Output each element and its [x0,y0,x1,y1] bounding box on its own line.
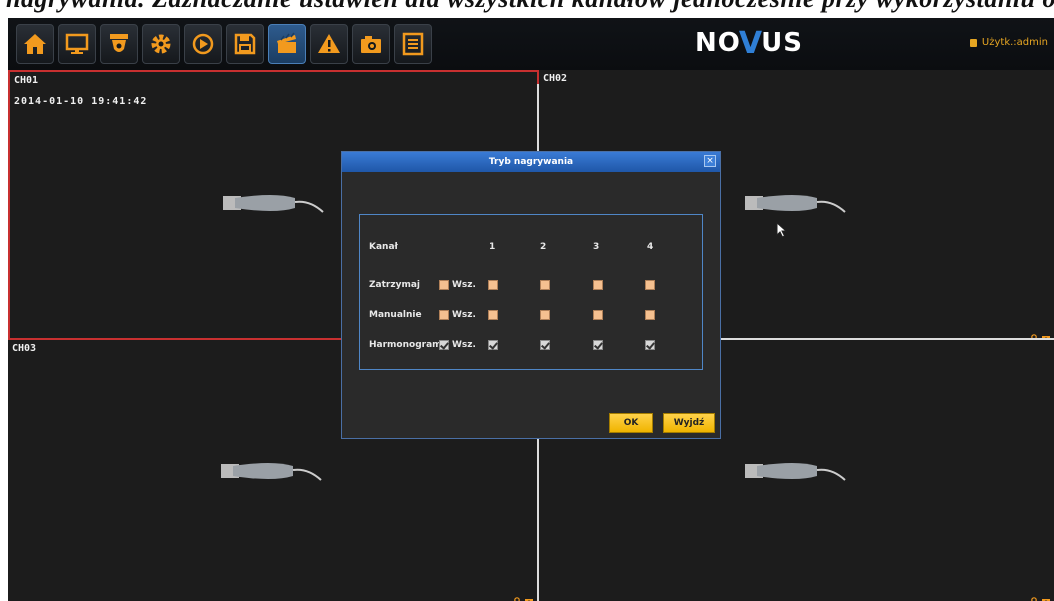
channel-label: CH01 [14,75,39,86]
logo-text-2: US [761,28,803,58]
ok-button[interactable]: OK [609,413,653,433]
top-toolbar: NO V US Użytk.:admin [8,18,1054,70]
all-label: Wsz. [452,340,476,350]
stop-all-checkbox[interactable] [439,280,449,290]
log-button[interactable] [394,24,432,64]
channel-header: Kanał [369,242,398,252]
settings-gear-icon [151,34,171,54]
row-label-stop: Zatrzymaj [369,280,420,290]
snapshot-camera-icon [361,36,381,53]
camera-placeholder-icon [221,463,322,481]
playback-button[interactable] [184,24,222,64]
camera-placeholder-icon [223,195,324,213]
manual-all-checkbox[interactable] [439,310,449,320]
row-label-schedule: Harmonogram [369,340,442,350]
schedule-all-checkbox[interactable] [439,340,449,350]
playback-icon [192,33,214,55]
schedule-ch3-checkbox[interactable] [593,340,603,350]
manual-ch4-checkbox[interactable] [645,310,655,320]
schedule-ch4-checkbox[interactable] [645,340,655,350]
stop-ch4-checkbox[interactable] [645,280,655,290]
save-floppy-icon [234,33,256,55]
document-banner: nagrywania. Zaznaczanie ustawień dla wsz… [0,0,1054,18]
channel-col-4: 4 [647,242,654,252]
channel-col-1: 1 [489,242,496,252]
snapshot-icon[interactable] [525,590,533,601]
osd-datetime: 2014-01-10 19:41:42 [14,96,148,107]
record-mode-grid: Kanał 1 2 3 4 Zatrzymaj Wsz. Manualnie W… [359,214,703,370]
banner-text: nagrywania. Zaznaczanie ustawień dla wsz… [6,0,1054,14]
tile-tools [514,590,533,601]
user-label: Użytk.:admin [981,37,1048,48]
camera-placeholder-icon [745,195,846,213]
dialog-title: Tryb nagrywania [342,152,720,172]
mouse-cursor-icon [776,222,788,238]
all-label: Wsz. [452,310,476,320]
schedule-ch1-checkbox[interactable] [488,340,498,350]
close-icon[interactable]: × [704,155,716,167]
settings-button[interactable] [142,24,180,64]
channel-label: CH03 [12,343,37,354]
alarm-button[interactable] [310,24,348,64]
record-clapper-icon [277,32,296,53]
exit-button[interactable]: Wyjdź [663,413,715,433]
zoom-icon[interactable] [1031,327,1039,342]
ptz-button[interactable] [100,24,138,64]
stop-ch3-checkbox[interactable] [593,280,603,290]
monitor-button[interactable] [58,24,96,64]
stop-ch2-checkbox[interactable] [540,280,550,290]
snapshot-icon[interactable] [1042,590,1050,601]
lock-icon [969,38,977,47]
log-list-icon [402,32,424,56]
ptz-camera-icon [110,34,128,52]
row-label-manual: Manualnie [369,310,422,320]
home-icon [24,34,46,54]
backup-button[interactable] [226,24,264,64]
home-button[interactable] [16,24,54,64]
tile-tools [1031,327,1050,342]
logo-text-v: V [738,25,764,61]
novus-logo: NO V US [695,25,803,61]
schedule-ch2-checkbox[interactable] [540,340,550,350]
channel-col-3: 3 [593,242,600,252]
manual-ch1-checkbox[interactable] [488,310,498,320]
zoom-icon[interactable] [514,590,522,601]
tile-tools [1031,590,1050,601]
snapshot-icon[interactable] [1042,327,1050,342]
record-mode-dialog: Tryb nagrywania × Kanał 1 2 3 4 Zatrzyma… [341,151,721,439]
user-indicator: Użytk.:admin [969,37,1048,48]
snapshot-button[interactable] [352,24,390,64]
channel-label: CH02 [543,73,568,84]
camera-placeholder-icon [745,463,846,481]
channel-col-2: 2 [540,242,547,252]
alarm-warning-icon [318,34,340,53]
dvr-screen: NO V US Użytk.:admin CH01 2014-01-10 19:… [8,18,1054,601]
monitor-icon [65,33,89,54]
logo-text-1: NO [695,28,741,58]
zoom-icon[interactable] [1031,590,1039,601]
record-button[interactable] [268,24,306,64]
manual-ch2-checkbox[interactable] [540,310,550,320]
stop-ch1-checkbox[interactable] [488,280,498,290]
all-label: Wsz. [452,280,476,290]
manual-ch3-checkbox[interactable] [593,310,603,320]
tile-divider-horizontal [720,338,1054,340]
